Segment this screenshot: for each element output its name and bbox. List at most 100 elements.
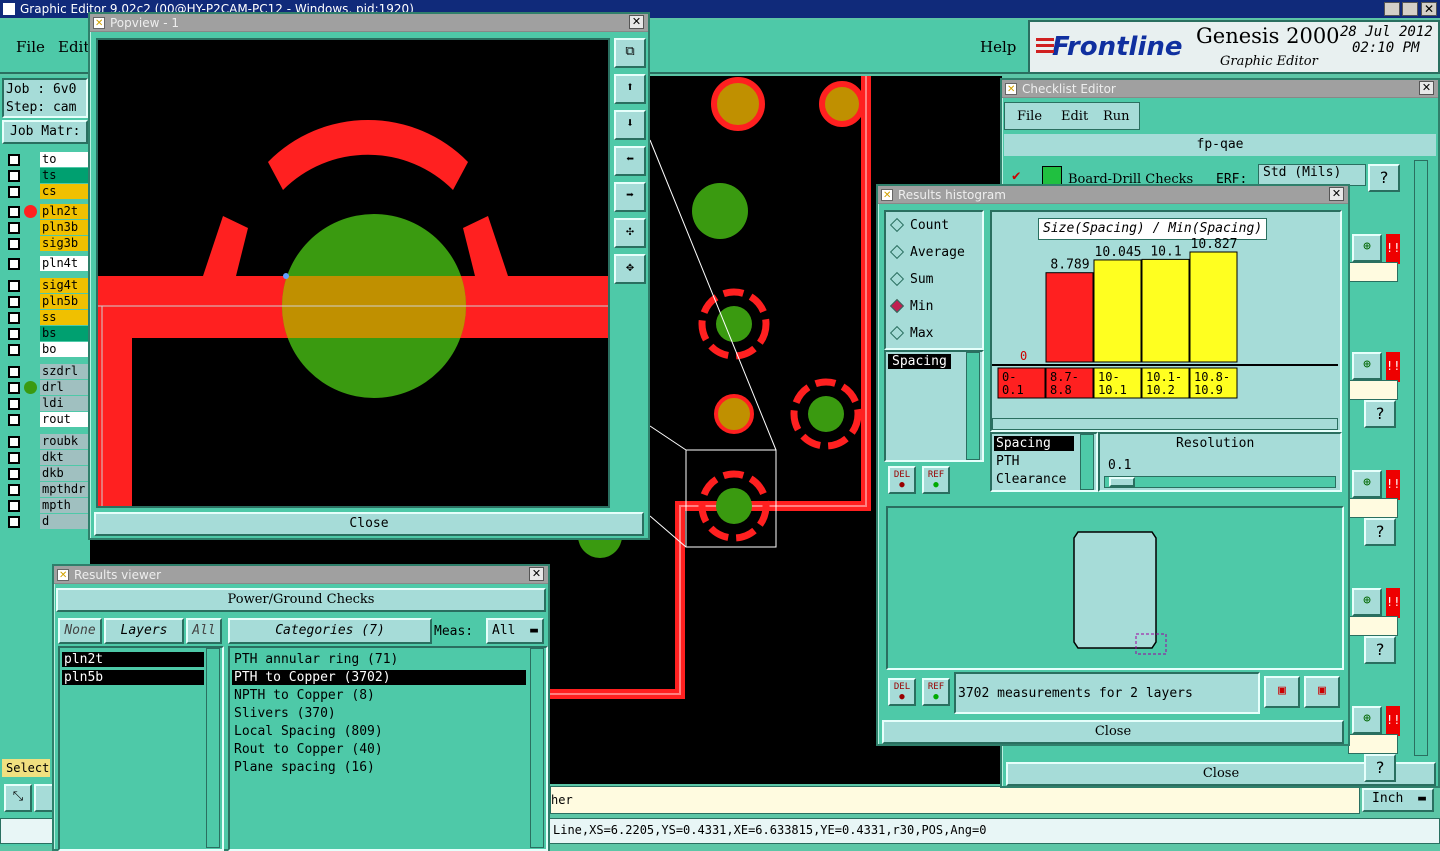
layer-checkbox[interactable] bbox=[8, 296, 20, 308]
layer-row[interactable]: bo bbox=[4, 342, 90, 357]
maximize-icon[interactable] bbox=[1402, 2, 1418, 16]
layer-checkbox[interactable] bbox=[8, 186, 20, 198]
help-button[interactable]: ? bbox=[1364, 400, 1396, 428]
layer-name[interactable]: mpth bbox=[40, 498, 90, 513]
category-item[interactable]: Rout to Copper (40) bbox=[232, 742, 526, 757]
category-item[interactable]: PTH annular ring (71) bbox=[232, 652, 526, 667]
layer-name[interactable]: pln4t bbox=[40, 256, 90, 271]
layer-name[interactable]: dkt bbox=[40, 450, 90, 465]
layer-name[interactable]: ldi bbox=[40, 396, 90, 411]
layer-row[interactable]: dkb bbox=[4, 466, 90, 481]
checklist-menu-edit[interactable]: Edit bbox=[1061, 109, 1088, 124]
layer-row[interactable]: pln4t bbox=[4, 256, 90, 271]
attr-item[interactable]: Clearance bbox=[994, 472, 1066, 487]
layer-name[interactable]: pln3b bbox=[40, 220, 90, 235]
checklist-menu-file[interactable]: File bbox=[1017, 109, 1042, 124]
layer-checkbox[interactable] bbox=[8, 170, 20, 182]
layer-checkbox[interactable] bbox=[8, 398, 20, 410]
layer-checkbox[interactable] bbox=[8, 382, 20, 394]
categories-button[interactable]: Categories (7) bbox=[228, 618, 432, 644]
popview-close-icon[interactable]: ✕ bbox=[629, 15, 644, 29]
layer-row[interactable]: cs bbox=[4, 184, 90, 199]
result-layer-item[interactable]: pln5b bbox=[62, 670, 204, 685]
layer-row[interactable]: mpth bbox=[4, 498, 90, 513]
view-tool-7-icon[interactable]: ✥ bbox=[614, 254, 646, 284]
menu-file[interactable]: File bbox=[16, 38, 45, 56]
layer-row[interactable]: drl bbox=[4, 380, 90, 395]
del-button-top[interactable]: DEL ● bbox=[888, 466, 916, 494]
layer-row[interactable]: to bbox=[4, 152, 90, 167]
layer-name[interactable]: d bbox=[40, 514, 90, 529]
layer-row[interactable]: pln2t bbox=[4, 204, 90, 219]
layer-row[interactable]: d bbox=[4, 514, 90, 529]
radio-diamond-icon[interactable] bbox=[889, 271, 905, 287]
layer-row[interactable]: ss bbox=[4, 310, 90, 325]
layer-checkbox[interactable] bbox=[8, 500, 20, 512]
select-label[interactable]: Select bbox=[2, 759, 50, 777]
zoom-tool-button[interactable]: ⤡ bbox=[4, 784, 32, 812]
layer-name[interactable]: rout bbox=[40, 412, 90, 427]
del-button-bottom[interactable]: DEL ● bbox=[888, 678, 916, 706]
zoom-in-icon[interactable]: ⊕ bbox=[1352, 234, 1382, 262]
view-tool-4-icon[interactable]: ⬅ bbox=[614, 146, 646, 176]
layer-checkbox[interactable] bbox=[8, 154, 20, 166]
layer-name[interactable]: dkb bbox=[40, 466, 90, 481]
layer-checkbox[interactable] bbox=[8, 366, 20, 378]
radio-diamond-icon[interactable] bbox=[889, 217, 905, 233]
layer-name[interactable]: to bbox=[40, 152, 90, 167]
layer-checkbox[interactable] bbox=[8, 344, 20, 356]
radio-diamond-icon[interactable] bbox=[889, 325, 905, 341]
layer-name[interactable]: pln5b bbox=[40, 294, 90, 309]
layer-row[interactable]: roubk bbox=[4, 434, 90, 449]
layer-name[interactable]: cs bbox=[40, 184, 90, 199]
check-header[interactable]: Power/Ground Checks bbox=[56, 588, 546, 612]
checklist-scrollbar[interactable] bbox=[1414, 160, 1428, 756]
layer-checkbox[interactable] bbox=[8, 238, 20, 250]
attr-item[interactable]: Spacing bbox=[994, 436, 1074, 451]
close-icon[interactable]: ✕ bbox=[1421, 2, 1437, 16]
export-graph-icon[interactable]: ▣ bbox=[1264, 676, 1300, 708]
layer-row[interactable]: ts bbox=[4, 168, 90, 183]
meas-selector[interactable]: All ▬ bbox=[486, 618, 544, 644]
layer-checkbox[interactable] bbox=[8, 414, 20, 426]
layer-row[interactable]: sig3b bbox=[4, 236, 90, 251]
popview-close-button[interactable]: Close bbox=[94, 512, 644, 536]
checklist-close-icon[interactable]: ✕ bbox=[1419, 81, 1434, 95]
menu-help[interactable]: Help bbox=[980, 38, 1016, 56]
layer-row[interactable]: dkt bbox=[4, 450, 90, 465]
check-mark-icon[interactable]: ✔ bbox=[1012, 168, 1020, 184]
resolution-slider-handle[interactable] bbox=[1109, 477, 1135, 487]
checklist-menu-run[interactable]: Run bbox=[1103, 109, 1130, 124]
layer-row[interactable]: ldi bbox=[4, 396, 90, 411]
view-tool-1-icon[interactable]: ⧉ bbox=[614, 38, 646, 68]
results-viewer-close-icon[interactable]: ✕ bbox=[529, 567, 544, 581]
help-button[interactable]: ? bbox=[1364, 518, 1396, 546]
layer-list-scrollbar[interactable] bbox=[206, 648, 220, 848]
layer-checkbox[interactable] bbox=[8, 328, 20, 340]
attr-list-scrollbar[interactable] bbox=[1080, 434, 1094, 490]
histogram-close-button[interactable]: Close bbox=[882, 720, 1344, 744]
layer-name[interactable]: sig4t bbox=[40, 278, 90, 293]
layer-row[interactable]: pln5b bbox=[4, 294, 90, 309]
popview-canvas[interactable] bbox=[96, 38, 610, 508]
layer-row[interactable]: szdrl bbox=[4, 364, 90, 379]
import-graph-icon[interactable]: ▣ bbox=[1304, 676, 1340, 708]
help-button[interactable]: ? bbox=[1364, 636, 1396, 664]
layer-row[interactable]: rout bbox=[4, 412, 90, 427]
layer-checkbox[interactable] bbox=[8, 516, 20, 528]
resolution-slider[interactable] bbox=[1104, 476, 1336, 488]
layer-name[interactable]: sig3b bbox=[40, 236, 90, 251]
view-tool-5-icon[interactable]: ➡ bbox=[614, 182, 646, 212]
layer-name[interactable]: bo bbox=[40, 342, 90, 357]
histogram-close-icon[interactable]: ✕ bbox=[1329, 187, 1344, 201]
layer-name[interactable]: drl bbox=[40, 380, 90, 395]
category-item[interactable]: Slivers (370) bbox=[232, 706, 526, 721]
menu-edit[interactable]: Edit bbox=[58, 38, 89, 56]
zoom-in-icon[interactable]: ⊕ bbox=[1352, 706, 1382, 734]
none-button[interactable]: None bbox=[58, 618, 102, 644]
category-list-scrollbar[interactable] bbox=[530, 648, 544, 848]
units-selector[interactable]: Inch ▬ bbox=[1362, 788, 1434, 812]
layer-checkbox[interactable] bbox=[8, 468, 20, 480]
layer-row[interactable]: bs bbox=[4, 326, 90, 341]
radio-diamond-icon[interactable] bbox=[889, 244, 905, 260]
